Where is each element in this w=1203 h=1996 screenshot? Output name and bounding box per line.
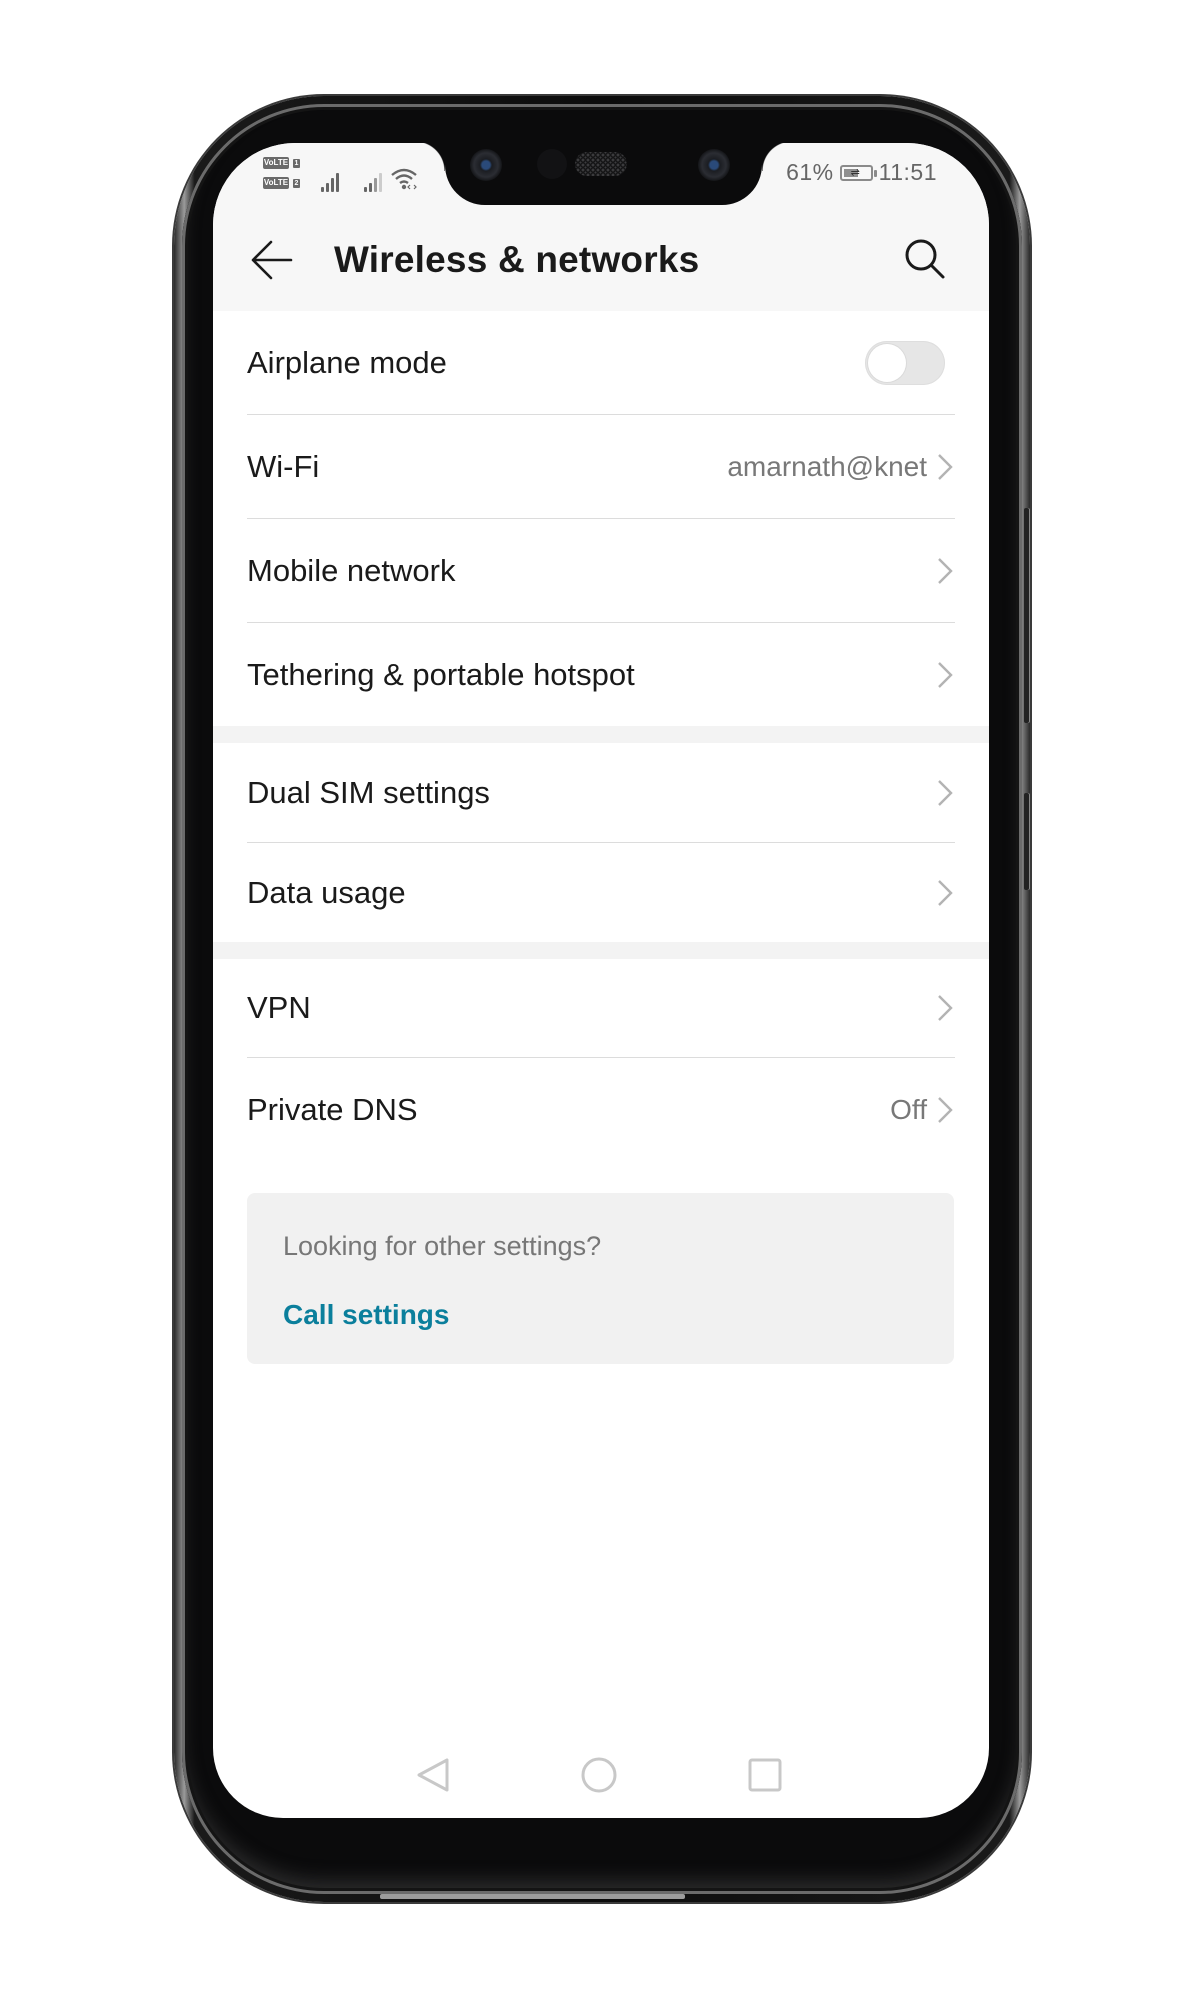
search-icon	[905, 239, 945, 279]
volume-button	[1024, 508, 1029, 723]
search-button[interactable]	[901, 235, 949, 283]
nav-back-button[interactable]	[409, 1751, 457, 1799]
settings-group-privacy: VPN Private DNS Off	[213, 959, 989, 1161]
nav-back-icon	[417, 1758, 449, 1792]
chevron-right-icon	[938, 661, 953, 688]
status-bar-right: 61% ⇌ 11:51	[786, 159, 937, 186]
row-trailing	[937, 959, 953, 1057]
status-time: 11:51	[878, 159, 937, 185]
nav-home-icon	[581, 1757, 617, 1793]
bottom-edge-segment	[380, 1894, 530, 1899]
row-trailing	[937, 519, 953, 622]
battery-cap	[873, 169, 877, 177]
bottom-edge-segment	[520, 1894, 685, 1899]
row-trailing	[937, 843, 953, 942]
chevron-right-icon	[938, 453, 953, 480]
row-trailing: amarnath@knet	[727, 415, 953, 518]
sensor-icon	[537, 149, 567, 179]
settings-group-connectivity: Airplane mode Wi-Fi amarnath@knet Mobile…	[213, 311, 989, 726]
nav-home-button[interactable]	[575, 1751, 623, 1799]
sim2-number: 2	[293, 179, 300, 188]
battery-charging-glyph: ⇌	[850, 166, 861, 179]
front-camera-2-icon	[698, 149, 730, 181]
signal-sim2-icon	[364, 170, 382, 192]
back-button[interactable]	[249, 237, 295, 283]
nav-recents-button[interactable]	[741, 1751, 789, 1799]
row-label: Wi-Fi	[247, 448, 320, 484]
airplane-mode-row[interactable]: Airplane mode	[247, 311, 955, 414]
private-dns-row[interactable]: Private DNS Off	[247, 1057, 955, 1161]
camera-notch	[415, 143, 792, 205]
system-nav-bar	[213, 1739, 989, 1809]
row-label: Tethering & portable hotspot	[247, 656, 635, 692]
row-trailing	[937, 623, 953, 726]
chevron-right-icon	[938, 779, 953, 806]
battery-icon: ⇌	[839, 164, 877, 181]
battery-percent: 61%	[786, 159, 834, 185]
toggle-knob	[868, 343, 906, 382]
row-label: Airplane mode	[247, 344, 447, 380]
airplane-mode-toggle[interactable]	[865, 340, 945, 385]
volte-sim1-icon: VoLTE	[263, 157, 289, 169]
row-label: Dual SIM settings	[247, 774, 490, 810]
power-button	[1024, 793, 1029, 890]
tethering-hotspot-row[interactable]: Tethering & portable hotspot	[247, 622, 955, 726]
mobile-network-row[interactable]: Mobile network	[247, 518, 955, 622]
phone-screen: VoLTE 1 VoLTE 2 61% ⇌ 11:51 Wireless & n…	[213, 143, 989, 1818]
volte-sim2-icon: VoLTE	[263, 177, 289, 189]
arrow-left-icon	[251, 240, 293, 280]
chevron-right-icon	[938, 995, 953, 1021]
private-dns-value: Off	[890, 1093, 927, 1125]
dual-sim-settings-row[interactable]: Dual SIM settings	[247, 743, 955, 842]
card-question: Looking for other settings?	[283, 1231, 602, 1261]
data-usage-row[interactable]: Data usage	[247, 842, 955, 942]
page-title: Wireless & networks	[334, 239, 700, 280]
signal-sim1-icon	[321, 170, 339, 192]
app-bar: Wireless & networks	[213, 227, 989, 311]
row-trailing: Off	[890, 1058, 953, 1161]
front-camera-icon	[470, 149, 502, 181]
other-settings-card: Looking for other settings? Call setting…	[247, 1193, 954, 1364]
row-label: Private DNS	[247, 1091, 418, 1127]
row-label: VPN	[247, 990, 311, 1025]
chevron-right-icon	[938, 557, 953, 584]
earpiece-speaker-icon	[575, 152, 627, 176]
wifi-network-value: amarnath@knet	[727, 450, 927, 482]
group-separator	[213, 726, 989, 743]
group-separator	[213, 942, 989, 959]
settings-group-sim: Dual SIM settings Data usage	[213, 743, 989, 942]
row-label: Data usage	[247, 874, 406, 910]
chevron-right-icon	[938, 879, 953, 906]
chevron-right-icon	[938, 1096, 953, 1123]
row-trailing	[865, 311, 953, 414]
wifi-row[interactable]: Wi-Fi amarnath@knet	[247, 414, 955, 518]
sim1-number: 1	[293, 159, 300, 168]
wifi-icon	[391, 168, 417, 190]
row-trailing	[937, 743, 953, 842]
call-settings-link[interactable]: Call settings	[283, 1299, 449, 1331]
nav-recents-icon	[748, 1758, 782, 1792]
settings-list: Airplane mode Wi-Fi amarnath@knet Mobile…	[213, 311, 989, 1161]
vpn-row[interactable]: VPN	[247, 959, 955, 1057]
row-label: Mobile network	[247, 552, 456, 588]
